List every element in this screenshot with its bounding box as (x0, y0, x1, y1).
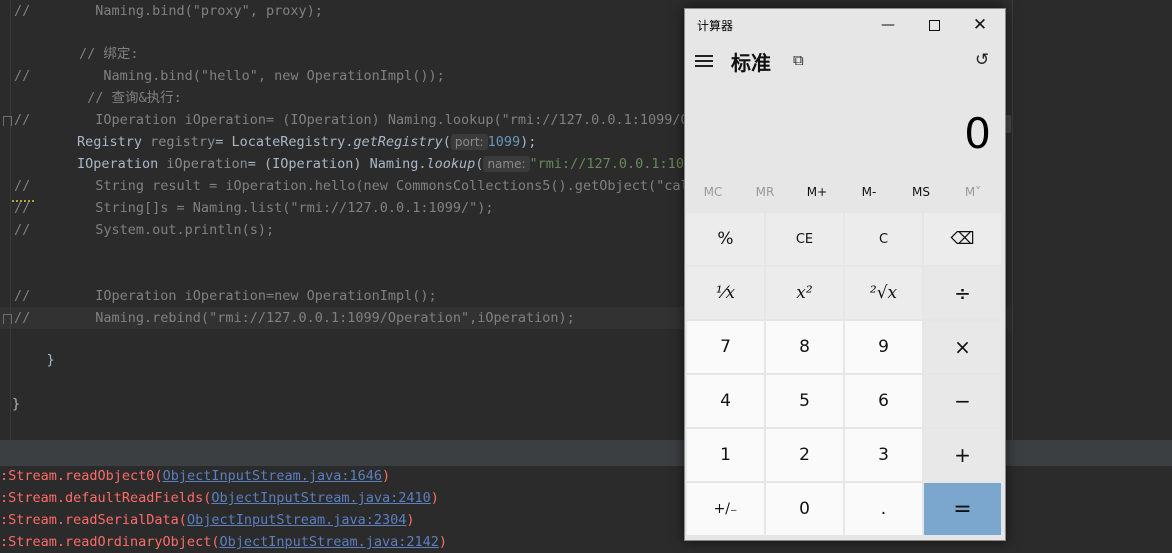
source-link[interactable]: ObjectInputStream.java:2142 (219, 534, 438, 550)
memory-subtract-button[interactable]: M- (843, 185, 895, 199)
memory-clear-button[interactable]: MC (687, 185, 739, 199)
equals-button[interactable]: = (924, 483, 1001, 535)
code-fragment: ( (442, 134, 451, 150)
subtract-button[interactable]: − (924, 375, 1001, 427)
close-button[interactable]: ✕ (957, 9, 1003, 41)
reciprocal-button[interactable]: ¹⁄x (687, 267, 764, 319)
code-line: // IOperation iOperation= (IOperation) N… (14, 112, 697, 128)
stack-trace-line: :Stream.readOrdinaryObject(ObjectInputSt… (0, 531, 447, 553)
result-display: 0 (964, 109, 991, 158)
calculator-window: 计算器 — ✕ 标准 ⧉ ↺ 0 MC MR M+ M- MS M˅ % CE … (684, 8, 1006, 541)
digit-0-button[interactable]: 0 (766, 483, 843, 535)
keypad: % CE C ⌫ ¹⁄x x² ²√x ÷ 7 8 9 × 4 5 6 − 1 … (687, 213, 1003, 538)
clear-entry-button[interactable]: CE (766, 213, 843, 265)
digit-7-button[interactable]: 7 (687, 321, 764, 373)
stack-trace-text: :Stream.readObject0( (0, 468, 163, 484)
code-line: // String[]s = Naming.list("rmi://127.0.… (14, 200, 494, 216)
digit-5-button[interactable]: 5 (766, 375, 843, 427)
backspace-button[interactable]: ⌫ (924, 213, 1001, 265)
stack-trace-text: ) (430, 490, 439, 506)
code-line: // Naming.rebind("rmi://127.0.0.1:1099/O… (14, 310, 575, 326)
digit-1-button[interactable]: 1 (687, 429, 764, 481)
square-root-button[interactable]: ²√x (845, 267, 922, 319)
code-line: // String result = iOperation.hello(new … (14, 178, 697, 194)
code-line: // 绑定: (14, 46, 139, 62)
fold-icon[interactable] (3, 314, 12, 324)
code-line: } (14, 352, 55, 368)
title-bar[interactable]: 计算器 — ✕ (685, 9, 1005, 41)
divide-button[interactable]: ÷ (924, 267, 1001, 319)
code-line: // Naming.bind("hello", new OperationImp… (14, 68, 445, 84)
window-title: 计算器 (697, 19, 734, 33)
stack-trace-text: :Stream.readOrdinaryObject( (0, 534, 220, 550)
stack-trace-line: :Stream.readSerialData(ObjectInputStream… (0, 509, 415, 531)
code-fragment: ( (475, 156, 484, 172)
code-fragment: = LocateRegistry. (215, 134, 354, 150)
stack-trace-text: ) (406, 512, 415, 528)
code-line: // IOperation iOperation=new OperationIm… (14, 288, 437, 304)
stack-trace-text: ) (382, 468, 391, 484)
history-icon[interactable]: ↺ (975, 50, 989, 70)
string-literal: "rmi://127.0.0.1:109 (529, 156, 693, 172)
digit-3-button[interactable]: 3 (845, 429, 922, 481)
decimal-button[interactable]: . (845, 483, 922, 535)
type-name: IOperation (77, 156, 159, 172)
minimize-icon: — (881, 17, 895, 33)
right-panel (1012, 0, 1172, 440)
source-link[interactable]: ObjectInputStream.java:1646 (163, 468, 382, 484)
source-link[interactable]: ObjectInputStream.java:2410 (211, 490, 430, 506)
code-line-registry: Registry registry= LocateRegistry.getReg… (77, 131, 536, 153)
digit-9-button[interactable]: 9 (845, 321, 922, 373)
stack-trace-line: :Stream.readObject0(ObjectInputStream.ja… (0, 465, 390, 487)
memory-list-button[interactable]: M˅ (947, 185, 999, 199)
multiply-button[interactable]: × (924, 321, 1001, 373)
add-button[interactable]: + (924, 429, 1001, 481)
stack-trace-line: :Stream.defaultReadFields(ObjectInputStr… (0, 487, 439, 509)
code-fragment: = (IOperation) Naming. (247, 156, 427, 172)
menu-icon[interactable] (695, 55, 713, 67)
mode-title: 标准 (731, 51, 771, 75)
type-name: Registry (77, 134, 143, 150)
memory-add-button[interactable]: M+ (791, 185, 843, 199)
memory-recall-button[interactable]: MR (739, 185, 791, 199)
code-fragment: ); (520, 134, 537, 150)
clear-button[interactable]: C (845, 213, 922, 265)
digit-6-button[interactable]: 6 (845, 375, 922, 427)
fold-icon[interactable] (3, 116, 12, 126)
stack-trace-text: ) (438, 534, 448, 550)
variable-name: iOperation (166, 156, 248, 172)
code-line: // System.out.println(s); (14, 222, 275, 238)
parameter-hint: name: (483, 156, 530, 172)
digit-4-button[interactable]: 4 (687, 375, 764, 427)
parameter-hint: port: (450, 134, 488, 150)
code-line-lookup: IOperation iOperation= (IOperation) Nami… (77, 153, 692, 175)
stack-trace-text: :Stream.readSerialData( (0, 512, 187, 528)
digit-8-button[interactable]: 8 (766, 321, 843, 373)
keep-on-top-icon[interactable]: ⧉ (793, 51, 804, 69)
code-line: } (12, 396, 21, 412)
square-button[interactable]: x² (766, 267, 843, 319)
negate-button[interactable]: +/₋ (687, 483, 764, 535)
code-line: // 查询&执行: (14, 90, 182, 106)
number-literal: 1099 (487, 134, 521, 150)
maximize-icon (928, 19, 940, 31)
percent-button[interactable]: % (687, 213, 764, 265)
source-link[interactable]: ObjectInputStream.java:2304 (187, 512, 406, 528)
close-icon: ✕ (972, 15, 988, 35)
calculator-header: 标准 ⧉ ↺ (685, 41, 1005, 81)
method-name: getRegistry (353, 134, 443, 150)
memory-store-button[interactable]: MS (895, 185, 947, 199)
stack-trace-text: :Stream.defaultReadFields( (0, 490, 212, 506)
code-line: // Naming.bind("proxy", proxy); (14, 3, 323, 19)
variable-name: registry (150, 134, 216, 150)
maximize-button[interactable] (911, 9, 957, 41)
minimize-button[interactable]: — (865, 9, 911, 41)
gutter-divider (10, 0, 11, 440)
method-name: lookup (426, 156, 476, 172)
digit-2-button[interactable]: 2 (766, 429, 843, 481)
